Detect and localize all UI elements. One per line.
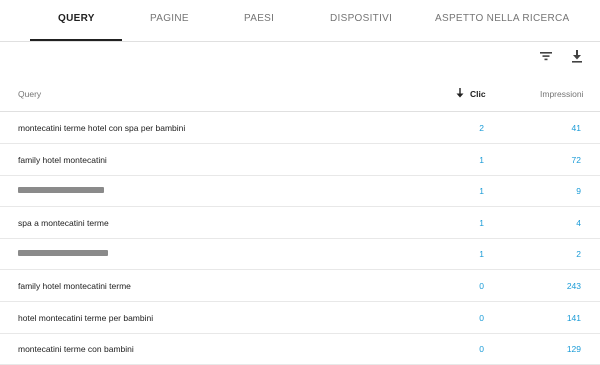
query-text: montecatini terme hotel con spa per bamb…	[18, 123, 186, 133]
clicks-value: 2	[479, 123, 484, 133]
clicks-value: 1	[479, 249, 484, 260]
column-header-query[interactable]: Query	[18, 89, 41, 99]
redacted-query	[18, 249, 108, 259]
tab-bar: QUERY PAGINE PAESI DISPOSITIVI ASPETTO N…	[0, 0, 600, 42]
impressions-value: 243	[566, 281, 581, 291]
query-text: family hotel montecatini	[18, 154, 107, 165]
impressions-value: 129	[566, 344, 581, 355]
table-row[interactable]: family hotel montecatini 1 72	[0, 144, 600, 176]
impressions-value: 9	[576, 186, 581, 197]
query-text: family hotel montecatini terme	[18, 281, 131, 291]
table-row[interactable]: montecatini terme hotel con spa per bamb…	[0, 112, 600, 144]
table-row[interactable]: family hotel montecatini terme 0 243	[0, 270, 600, 302]
tab-pagine[interactable]: PAGINE	[150, 13, 189, 24]
active-tab-indicator	[30, 39, 122, 41]
clicks-value: 1	[479, 186, 484, 197]
table-row[interactable]: hotel montecatini terme per bambini 0 141	[0, 302, 600, 334]
column-header-clic[interactable]: Clic	[470, 89, 486, 99]
impressions-value: 72	[571, 154, 581, 165]
table-row[interactable]: 19	[0, 175, 600, 208]
clicks-value: 0	[479, 344, 484, 355]
table-row[interactable]: 12	[0, 238, 600, 271]
redaction-bar	[18, 250, 108, 257]
clicks-value: 1	[479, 217, 484, 228]
column-header-impressioni[interactable]: Impressioni	[540, 89, 583, 99]
tab-aspetto-nella-ricerca[interactable]: ASPETTO NELLA RICERCA	[435, 13, 570, 24]
query-text: montecatini terme con bambini	[18, 344, 134, 355]
tab-query[interactable]: QUERY	[58, 13, 95, 24]
table-row[interactable]: spa a montecatini terme 1 4	[0, 207, 600, 239]
tab-dispositivi[interactable]: DISPOSITIVI	[330, 13, 392, 24]
redacted-query	[18, 186, 104, 196]
impressions-value: 141	[566, 312, 581, 323]
query-text: spa a montecatini terme	[18, 217, 109, 228]
clicks-value: 0	[479, 281, 484, 291]
download-icon[interactable]	[569, 48, 585, 64]
table-header: Query Clic Impressioni	[0, 79, 600, 112]
sort-descending-icon	[456, 88, 464, 98]
impressions-value: 41	[571, 123, 581, 133]
table-row[interactable]: montecatini terme con bambini 0 129	[0, 333, 600, 365]
query-text: hotel montecatini terme per bambini	[18, 312, 154, 323]
impressions-value: 4	[576, 217, 581, 228]
filter-icon[interactable]	[538, 48, 554, 64]
clicks-value: 1	[479, 154, 484, 165]
tab-paesi[interactable]: PAESI	[244, 13, 274, 24]
impressions-value: 2	[576, 249, 581, 260]
clicks-value: 0	[479, 312, 484, 323]
redaction-bar	[18, 187, 104, 194]
